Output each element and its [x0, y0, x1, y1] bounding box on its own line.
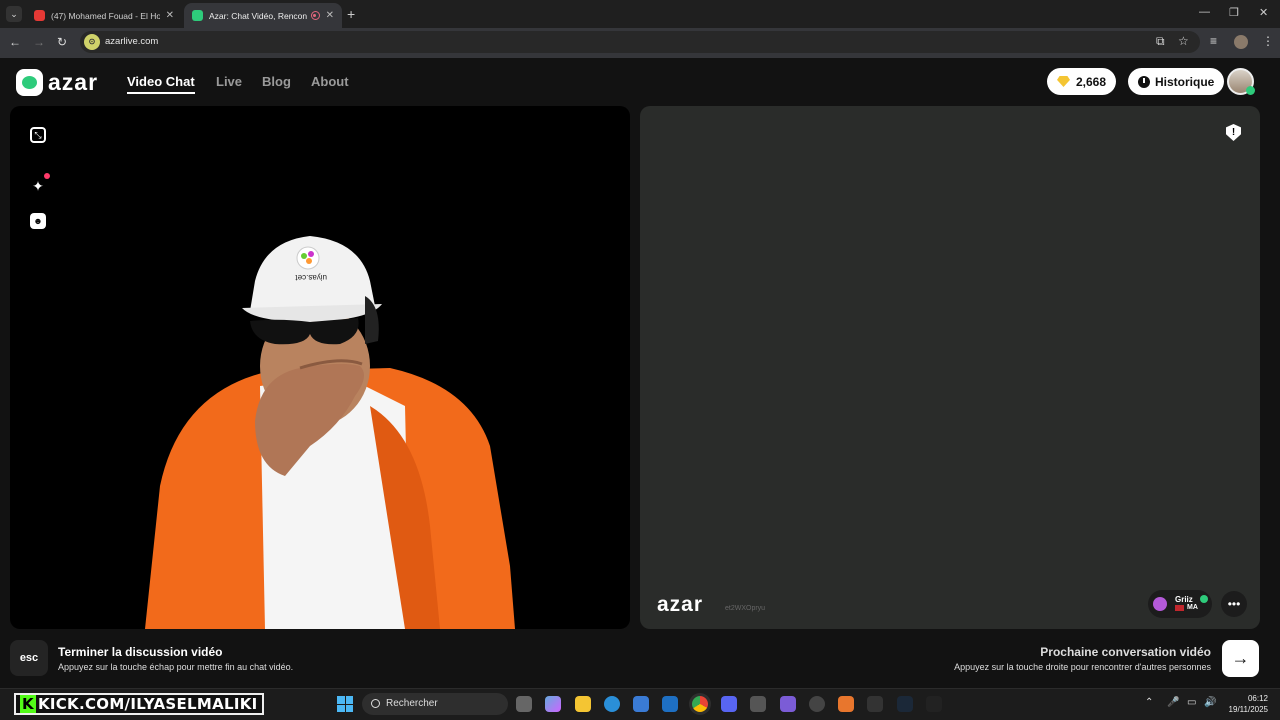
- end-chat-subtitle: Appuyez sur la touche échap pour mettre …: [58, 662, 294, 672]
- restore-icon[interactable]: ❐: [1229, 6, 1239, 19]
- steam-icon[interactable]: [897, 696, 913, 712]
- notification-dot: [44, 173, 50, 179]
- self-camera-feed: uiyas.cet: [145, 236, 515, 629]
- clock-date: 19/11/2025: [1228, 705, 1268, 714]
- chrome-icon[interactable]: [692, 696, 708, 712]
- nav-live[interactable]: Live: [216, 74, 242, 89]
- cap-text: uiyas.cet: [295, 273, 327, 282]
- address-bar[interactable]: ⊙ azarlive.com: [80, 31, 1200, 53]
- media-control-icon[interactable]: ≡: [1210, 34, 1217, 48]
- azar-watermark: azar: [657, 593, 704, 616]
- close-window-icon[interactable]: ✕: [1259, 6, 1268, 19]
- gem-icon: [1057, 76, 1070, 87]
- partner-badge[interactable]: Griiz MA: [1148, 590, 1212, 618]
- bookmark-star-icon[interactable]: ☆: [1178, 34, 1189, 48]
- recording-icon: [310, 11, 320, 20]
- nav-about[interactable]: About: [311, 74, 349, 89]
- user-avatar[interactable]: [1227, 68, 1255, 95]
- tab-youtube[interactable]: (47) Mohamed Fouad - El Hob l ✕: [26, 3, 182, 28]
- forward-icon[interactable]: →: [33, 35, 45, 49]
- gamepad-icon[interactable]: [780, 696, 796, 712]
- online-status-dot: [1246, 86, 1255, 95]
- close-tab-icon[interactable]: ✕: [166, 10, 174, 21]
- tray-overflow-icon[interactable]: ⌃: [1145, 697, 1153, 708]
- next-arrow-button[interactable]: →: [1222, 640, 1259, 677]
- chat-bubble-icon[interactable]: •••: [1221, 591, 1247, 617]
- taskbar-search[interactable]: Rechercher: [362, 693, 508, 715]
- minimize-icon[interactable]: —: [1199, 6, 1210, 18]
- capcut-icon[interactable]: [926, 696, 942, 712]
- gems-count: 2,668: [1076, 74, 1107, 89]
- azar-favicon-icon: [192, 10, 203, 21]
- file-explorer-icon[interactable]: [575, 696, 591, 712]
- reload-icon[interactable]: ↻: [57, 35, 67, 49]
- network-icon[interactable]: ▭: [1187, 697, 1196, 708]
- profile-icon[interactable]: [1234, 35, 1248, 49]
- inbox-app-icon[interactable]: [750, 696, 766, 712]
- kick-url-text: KICK.COM/ILYASELMALIKI: [37, 695, 258, 713]
- install-app-icon[interactable]: ⧉: [1156, 34, 1165, 49]
- gems-button[interactable]: 2,668: [1047, 68, 1117, 95]
- clock-time: 06:12: [1247, 694, 1268, 703]
- obs-icon[interactable]: [809, 696, 825, 712]
- logo-text: azar: [48, 69, 99, 95]
- menu-kebab-icon[interactable]: ⋮: [1262, 34, 1274, 48]
- history-label: Historique: [1155, 74, 1215, 89]
- back-icon[interactable]: ←: [9, 35, 21, 49]
- esc-key-button[interactable]: esc: [10, 640, 48, 676]
- next-chat-title: Prochaine conversation vidéo: [1040, 645, 1211, 659]
- taskbar-clock[interactable]: 06:12 19/11/2025: [1229, 693, 1268, 715]
- partner-name: Griiz: [1175, 595, 1193, 604]
- face-mask-icon[interactable]: ☻: [30, 213, 46, 229]
- morocco-flag-icon: [1175, 605, 1184, 611]
- store-icon[interactable]: [633, 696, 649, 712]
- outlook-icon[interactable]: [662, 696, 678, 712]
- windows-start-icon[interactable]: [337, 696, 353, 712]
- tab-azar[interactable]: Azar: Chat Vidéo, Rencontre ✕: [184, 3, 342, 28]
- nav-blog[interactable]: Blog: [262, 74, 291, 89]
- history-button[interactable]: Historique: [1128, 68, 1225, 95]
- kick-logo-letter: K: [20, 695, 36, 713]
- verified-icon: [1200, 595, 1208, 603]
- nav-video-chat[interactable]: Video Chat: [127, 74, 195, 94]
- close-tab-icon[interactable]: ✕: [326, 10, 334, 21]
- end-chat-title: Terminer la discussion vidéo: [58, 645, 223, 659]
- lightning-app-icon[interactable]: [867, 696, 883, 712]
- discord-icon[interactable]: [721, 696, 737, 712]
- azar-logo-icon: [16, 69, 43, 96]
- volume-icon[interactable]: 🔊: [1204, 697, 1216, 708]
- task-view-icon[interactable]: [516, 696, 532, 712]
- partner-avatar: [1153, 597, 1167, 611]
- partner-country: MA: [1187, 604, 1198, 611]
- tab-title: Azar: Chat Vidéo, Rencontre: [209, 10, 307, 21]
- self-video-panel: uiyas.cet ⤡ ✦ ☻: [10, 106, 630, 629]
- tab-title: (47) Mohamed Fouad - El Hob l: [51, 10, 160, 21]
- watermark-id: et2WXOpryu: [725, 605, 766, 612]
- azar-logo[interactable]: azar: [16, 69, 98, 96]
- expand-icon[interactable]: ⤡: [30, 127, 46, 143]
- site-info-icon[interactable]: ⊙: [84, 34, 100, 50]
- edge-icon[interactable]: [604, 696, 620, 712]
- youtube-icon: [34, 10, 45, 21]
- next-chat-subtitle: Appuyez sur la touche droite pour rencon…: [954, 662, 1211, 672]
- microphone-icon[interactable]: 🎤: [1167, 697, 1179, 708]
- new-tab-icon[interactable]: +: [347, 6, 355, 22]
- url-text: azarlive.com: [105, 36, 159, 47]
- clock-icon: [1138, 75, 1150, 88]
- kick-overlay-banner: K KICK.COM/ILYASELMALIKI: [14, 693, 264, 715]
- copilot-icon[interactable]: [545, 696, 561, 712]
- partner-video-panel: [640, 106, 1260, 629]
- effects-sparkle-icon[interactable]: ✦: [30, 178, 46, 194]
- a-app-icon[interactable]: [838, 696, 854, 712]
- tab-search-icon[interactable]: ⌄: [6, 6, 22, 22]
